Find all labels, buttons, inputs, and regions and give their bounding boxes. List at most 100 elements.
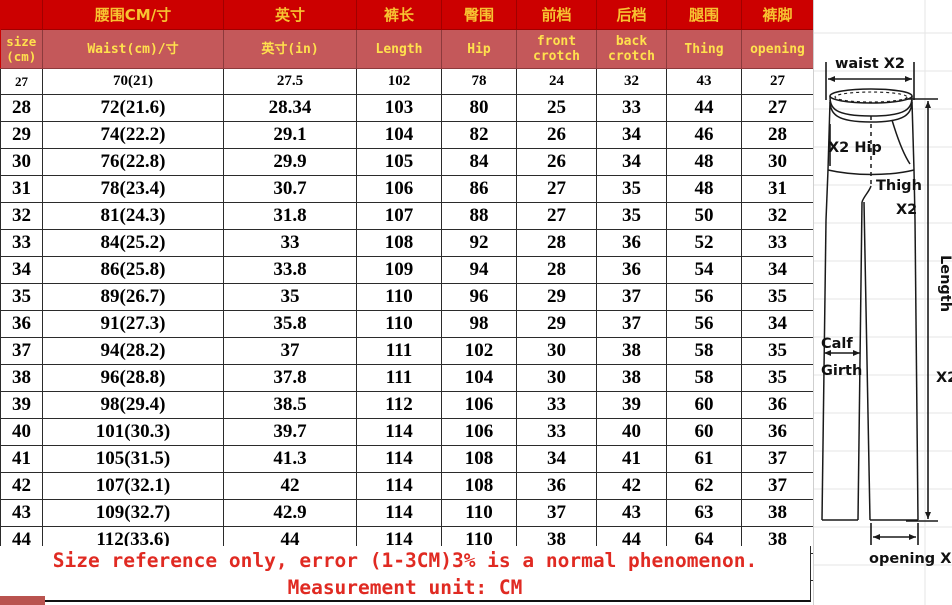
row-cell: 102	[356, 68, 442, 95]
row-cell: 30	[516, 364, 597, 392]
row-cell: 62	[666, 472, 742, 500]
row-cell: 28.34	[223, 94, 357, 122]
leg-outlines	[821, 201, 919, 521]
row-cell: 26	[516, 148, 597, 176]
row-cell: 48	[666, 148, 742, 176]
calf-label: Calf	[821, 336, 853, 352]
table-row: 34 86(25.8) 33.8 109 94 28 36 54 34	[0, 256, 814, 284]
header-cn-cell-1: 腰围CM/寸	[42, 0, 224, 30]
footer-line-2: Measurement unit: CM	[287, 576, 523, 599]
row-cell: 107(32.1)	[42, 472, 224, 500]
table-row: 28 72(21.6) 28.34 103 80 25 33 44 27	[0, 94, 814, 122]
row-cell: 111	[356, 364, 442, 392]
opening-label: opening X2	[869, 551, 952, 567]
row-cell: 82	[441, 121, 517, 149]
row-cell: 28	[741, 121, 814, 149]
row-cell: 110	[356, 283, 442, 311]
row-cell: 58	[666, 337, 742, 365]
row-cell: 74(22.2)	[42, 121, 224, 149]
opening-dimension-arrow	[870, 523, 919, 545]
row-cell: 27.5	[223, 68, 357, 95]
row-cell: 109(32.7)	[42, 499, 224, 527]
row-cell: 36	[741, 391, 814, 419]
row-cell: 72(21.6)	[42, 94, 224, 122]
row-size-cell: 28	[0, 94, 43, 122]
row-cell: 37	[596, 310, 667, 338]
row-cell: 35	[741, 364, 814, 392]
row-cell: 70(21)	[42, 68, 224, 95]
footer-note: Size reference only, error (1-3CM)3% is …	[0, 546, 811, 602]
header-en-line: size	[6, 34, 37, 49]
table-row: 37 94(28.2) 37 111 102 30 38 58 35	[0, 337, 814, 365]
row-cell: 86	[441, 175, 517, 203]
header-en-line: Hip	[467, 41, 491, 57]
row-cell: 27	[516, 175, 597, 203]
row-cell: 103	[356, 94, 442, 122]
row-cell: 33	[223, 229, 357, 257]
row-cell: 43	[666, 68, 742, 95]
header-en-line: Thing	[684, 41, 724, 57]
row-cell: 31.8	[223, 202, 357, 230]
row-cell: 94(28.2)	[42, 337, 224, 365]
row-cell: 106	[441, 391, 517, 419]
row-size-cell: 31	[0, 175, 43, 203]
row-cell: 48	[666, 175, 742, 203]
table-row: 38 96(28.8) 37.8 111 104 30 38 58 35	[0, 364, 814, 392]
header-en-cell-7: Thing	[666, 29, 742, 69]
header-en-cell-6: back crotch	[596, 29, 667, 69]
row-cell: 112	[356, 391, 442, 419]
row-cell: 33	[516, 391, 597, 419]
table-row: 43 109(32.7) 42.9 114 110 37 43 63 38	[0, 499, 814, 527]
header-en-line: front	[536, 34, 577, 49]
row-cell: 86(25.8)	[42, 256, 224, 284]
row-cell: 28	[516, 256, 597, 284]
row-cell: 35	[596, 175, 667, 203]
row-cell: 94	[441, 256, 517, 284]
row-cell: 38	[741, 499, 814, 527]
row-cell: 33	[741, 229, 814, 257]
row-size-cell: 42	[0, 472, 43, 500]
header-en-cell-2: 英寸(in)	[223, 29, 357, 69]
waist-label: waist X2	[835, 56, 905, 72]
row-cell: 34	[596, 148, 667, 176]
row-cell: 29	[516, 283, 597, 311]
row-cell: 35	[741, 337, 814, 365]
row-cell: 37	[741, 445, 814, 473]
row-size-cell: 43	[0, 499, 43, 527]
row-cell: 33	[596, 94, 667, 122]
row-cell: 52	[666, 229, 742, 257]
header-cn-cell-2: 英寸	[223, 0, 357, 30]
row-cell: 84(25.2)	[42, 229, 224, 257]
header-en-cell-3: Length	[356, 29, 442, 69]
row-cell: 38.5	[223, 391, 357, 419]
row-cell: 27	[516, 202, 597, 230]
header-en-cell-8: opening	[741, 29, 814, 69]
header-en-line: crotch	[608, 49, 655, 64]
row-cell: 29	[516, 310, 597, 338]
row-size-cell: 39	[0, 391, 43, 419]
header-en-line: Length	[375, 41, 423, 57]
row-size-cell: 34	[0, 256, 43, 284]
row-cell: 38	[596, 337, 667, 365]
header-en-line: 英寸(in)	[261, 41, 319, 57]
row-cell: 42	[223, 472, 357, 500]
row-cell: 96(28.8)	[42, 364, 224, 392]
row-cell: 37	[741, 472, 814, 500]
header-en-cell-4: Hip	[441, 29, 517, 69]
table-row: 42 107(32.1) 42 114 108 36 42 62 37	[0, 472, 814, 500]
row-cell: 37.8	[223, 364, 357, 392]
row-cell: 63	[666, 499, 742, 527]
header-row-en: size (cm) Waist(cm)/寸 英寸(in) Length Hip front c…	[0, 29, 814, 69]
thigh-label: Thigh	[876, 178, 922, 194]
row-cell: 39	[596, 391, 667, 419]
row-cell: 89(26.7)	[42, 283, 224, 311]
row-cell: 42	[596, 472, 667, 500]
row-size-cell: 40	[0, 418, 43, 446]
length-label: Length	[937, 255, 952, 312]
table-row: 33 84(25.2) 33 108 92 28 36 52 33	[0, 229, 814, 257]
header-cn-cell-7: 腿围	[666, 0, 742, 30]
header-cn-cell-8: 裤脚	[741, 0, 814, 30]
row-cell: 98	[441, 310, 517, 338]
row-cell: 33	[516, 418, 597, 446]
row-cell: 105(31.5)	[42, 445, 224, 473]
